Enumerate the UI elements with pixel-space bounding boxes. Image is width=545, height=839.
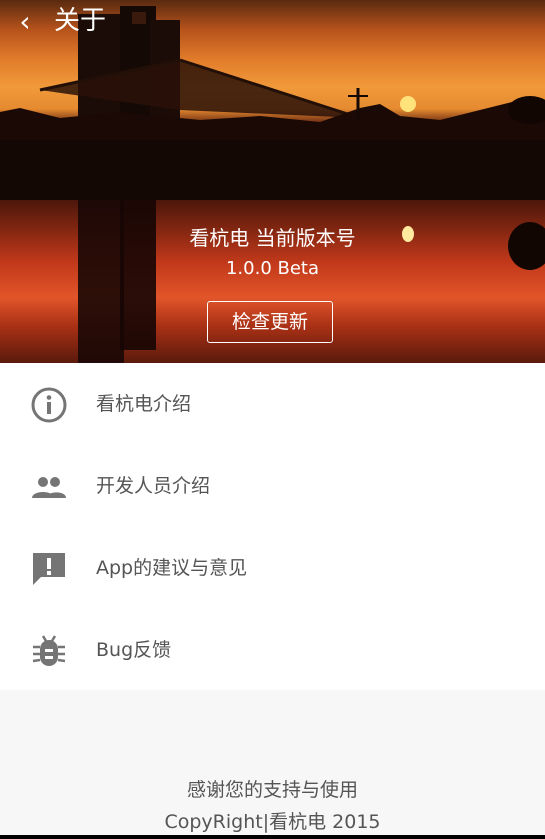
menu-item-bug-report[interactable]: Bug反馈 [0,609,545,691]
app-version-number: 1.0.0 Beta [225,258,320,279]
bug-icon [32,635,66,666]
top-app-bar: ‹ 关于 [0,0,545,48]
people-icon [32,477,66,498]
menu-item-label: Bug反馈 [96,639,172,661]
info-icon [31,387,67,423]
footer-copyright: CopyRight|看杭电 2015 [164,811,381,833]
check-update-button[interactable]: 检查更新 [207,301,333,343]
chevron-left-icon: ‹ [19,5,31,38]
menu-item-suggestions[interactable]: App的建议与意见 [0,527,545,609]
feedback-icon [33,553,65,585]
page-title: 关于 [54,6,107,36]
hero-banner: ‹ 关于 看杭电 当前版本号 1.0.0 Beta 检查更新 [0,0,545,363]
menu-item-developer-intro[interactable]: 开发人员介绍 [0,445,545,527]
bottom-divider [0,835,545,839]
footer-thanks: 感谢您的支持与使用 [186,779,358,801]
menu-item-app-intro[interactable]: 看杭电介绍 [0,363,545,445]
menu-item-label: 开发人员介绍 [96,475,211,497]
app-version-caption: 看杭电 当前版本号 [189,226,356,250]
about-menu-list: 看杭电介绍 开发人员介绍 App的建议与意见 Bug反馈 [0,363,545,690]
menu-item-label: App的建议与意见 [96,557,248,579]
menu-item-label: 看杭电介绍 [96,393,192,415]
back-button[interactable]: ‹ [10,6,40,38]
